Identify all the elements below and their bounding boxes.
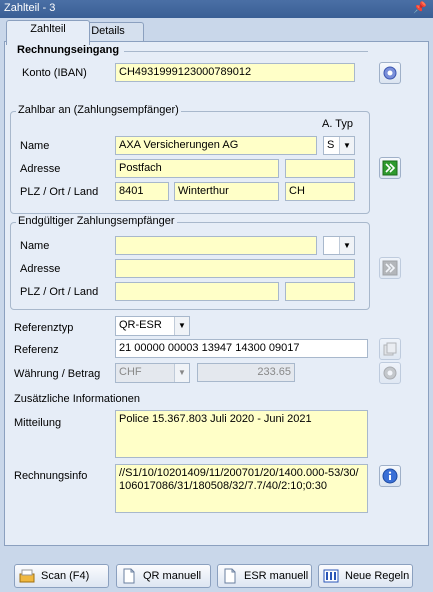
document-icon bbox=[224, 568, 236, 584]
konto-settings-button[interactable] bbox=[379, 62, 401, 84]
endgueltig-plz-label: PLZ / Ort / Land bbox=[20, 286, 99, 298]
endgueltig-adresse-field[interactable] bbox=[115, 259, 355, 278]
scan-button-label: Scan (F4) bbox=[41, 570, 90, 582]
zahlbar-name-field[interactable]: AXA Versicherungen AG bbox=[115, 136, 317, 155]
pin-icon[interactable]: 📌 bbox=[413, 1, 427, 14]
chevron-down-icon: ▼ bbox=[174, 364, 189, 382]
zahlbar-adresse-label: Adresse bbox=[20, 163, 61, 175]
konto-label: Konto (IBAN) bbox=[22, 67, 87, 79]
tab-zahlteil[interactable]: Zahlteil bbox=[6, 20, 90, 45]
rules-icon bbox=[323, 569, 339, 583]
qr-manuell-label: QR manuell bbox=[143, 570, 202, 582]
zahlbar-name-label: Name bbox=[20, 140, 50, 152]
info-icon bbox=[382, 468, 398, 484]
neue-regeln-button[interactable]: Neue Regeln bbox=[318, 564, 413, 588]
endgueltig-name-field[interactable] bbox=[115, 236, 317, 255]
document-icon bbox=[123, 568, 135, 584]
copy-icon bbox=[383, 342, 397, 356]
forward-arrow-icon bbox=[382, 260, 398, 276]
esr-manuell-label: ESR manuell bbox=[244, 570, 309, 582]
konto-field[interactable]: CH4931999123000789012 bbox=[115, 63, 355, 82]
zahlbar-group-title: Zahlbar an (Zahlungsempfänger) bbox=[16, 104, 181, 116]
esr-manuell-button[interactable]: ESR manuell bbox=[217, 564, 312, 588]
typ-value: S bbox=[327, 139, 335, 151]
zahlbar-adresse2-field[interactable] bbox=[285, 159, 355, 178]
chevron-down-icon: ▼ bbox=[174, 317, 189, 335]
rechnungsinfo-field[interactable]: //S1/10/10201409/11/200701/20/1400.000-5… bbox=[115, 464, 368, 513]
mitteilung-field[interactable]: Police 15.367.803 Juli 2020 - Juni 2021 bbox=[115, 410, 368, 458]
tab-strip: Zahlteil Details bbox=[0, 18, 433, 45]
scan-button[interactable]: Scan (F4) bbox=[14, 564, 109, 588]
rechnungsinfo-label: Rechnungsinfo bbox=[14, 470, 88, 482]
waehrung-label: Währung / Betrag bbox=[14, 368, 101, 380]
zahlbar-plz-label: PLZ / Ort / Land bbox=[20, 186, 99, 198]
forward-arrow-icon bbox=[382, 160, 398, 176]
gear-icon bbox=[383, 66, 397, 80]
endgueltig-name-label: Name bbox=[20, 240, 50, 252]
waehrung-value: CHF bbox=[119, 366, 142, 378]
endgueltig-plz-field[interactable] bbox=[115, 282, 279, 301]
betrag-settings-button[interactable] bbox=[379, 362, 401, 384]
window-title: Zahlteil - 3 bbox=[4, 2, 56, 14]
endgueltig-land-field[interactable] bbox=[285, 282, 355, 301]
referenz-label: Referenz bbox=[14, 344, 59, 356]
neue-regeln-label: Neue Regeln bbox=[345, 570, 410, 582]
typ-select[interactable]: S ▼ bbox=[323, 136, 355, 155]
endgueltig-typ-select[interactable]: ▼ bbox=[323, 236, 355, 255]
chevron-down-icon: ▼ bbox=[339, 237, 354, 254]
zahlbar-transfer-button[interactable] bbox=[379, 157, 401, 179]
referenztyp-label: Referenztyp bbox=[14, 322, 74, 334]
referenz-field[interactable]: 21 00000 00003 13947 14300 09017 bbox=[115, 339, 368, 358]
endgueltig-group-title: Endgültiger Zahlungsempfänger bbox=[16, 215, 177, 227]
scanner-icon bbox=[19, 569, 35, 583]
zusatz-title: Zusätzliche Informationen bbox=[14, 393, 140, 405]
zahlbar-plz-field[interactable]: 8401 bbox=[115, 182, 169, 201]
zahlbar-land-field[interactable]: CH bbox=[285, 182, 355, 201]
section-divider bbox=[124, 51, 368, 52]
section-header: Rechnungseingang bbox=[17, 44, 120, 56]
gear-icon bbox=[383, 366, 397, 380]
window-titlebar: Zahlteil - 3 📌 bbox=[0, 0, 433, 18]
endgueltig-adresse-label: Adresse bbox=[20, 263, 61, 275]
mitteilung-label: Mitteilung bbox=[14, 417, 62, 429]
referenztyp-select[interactable]: QR-ESR ▼ bbox=[115, 316, 190, 336]
endgueltig-transfer-button[interactable] bbox=[379, 257, 401, 279]
zahlbar-adresse-field[interactable]: Postfach bbox=[115, 159, 279, 178]
zahlbar-ort-field[interactable]: Winterthur bbox=[174, 182, 279, 201]
chevron-down-icon: ▼ bbox=[339, 137, 354, 154]
waehrung-select[interactable]: CHF ▼ bbox=[115, 363, 190, 383]
qr-manuell-button[interactable]: QR manuell bbox=[116, 564, 211, 588]
referenz-copy-button[interactable] bbox=[379, 338, 401, 360]
betrag-field[interactable]: 233.65 bbox=[197, 363, 295, 382]
rechnungsinfo-info-button[interactable] bbox=[379, 465, 401, 487]
typ-header: A. Typ bbox=[322, 118, 353, 130]
referenztyp-value: QR-ESR bbox=[119, 319, 162, 331]
